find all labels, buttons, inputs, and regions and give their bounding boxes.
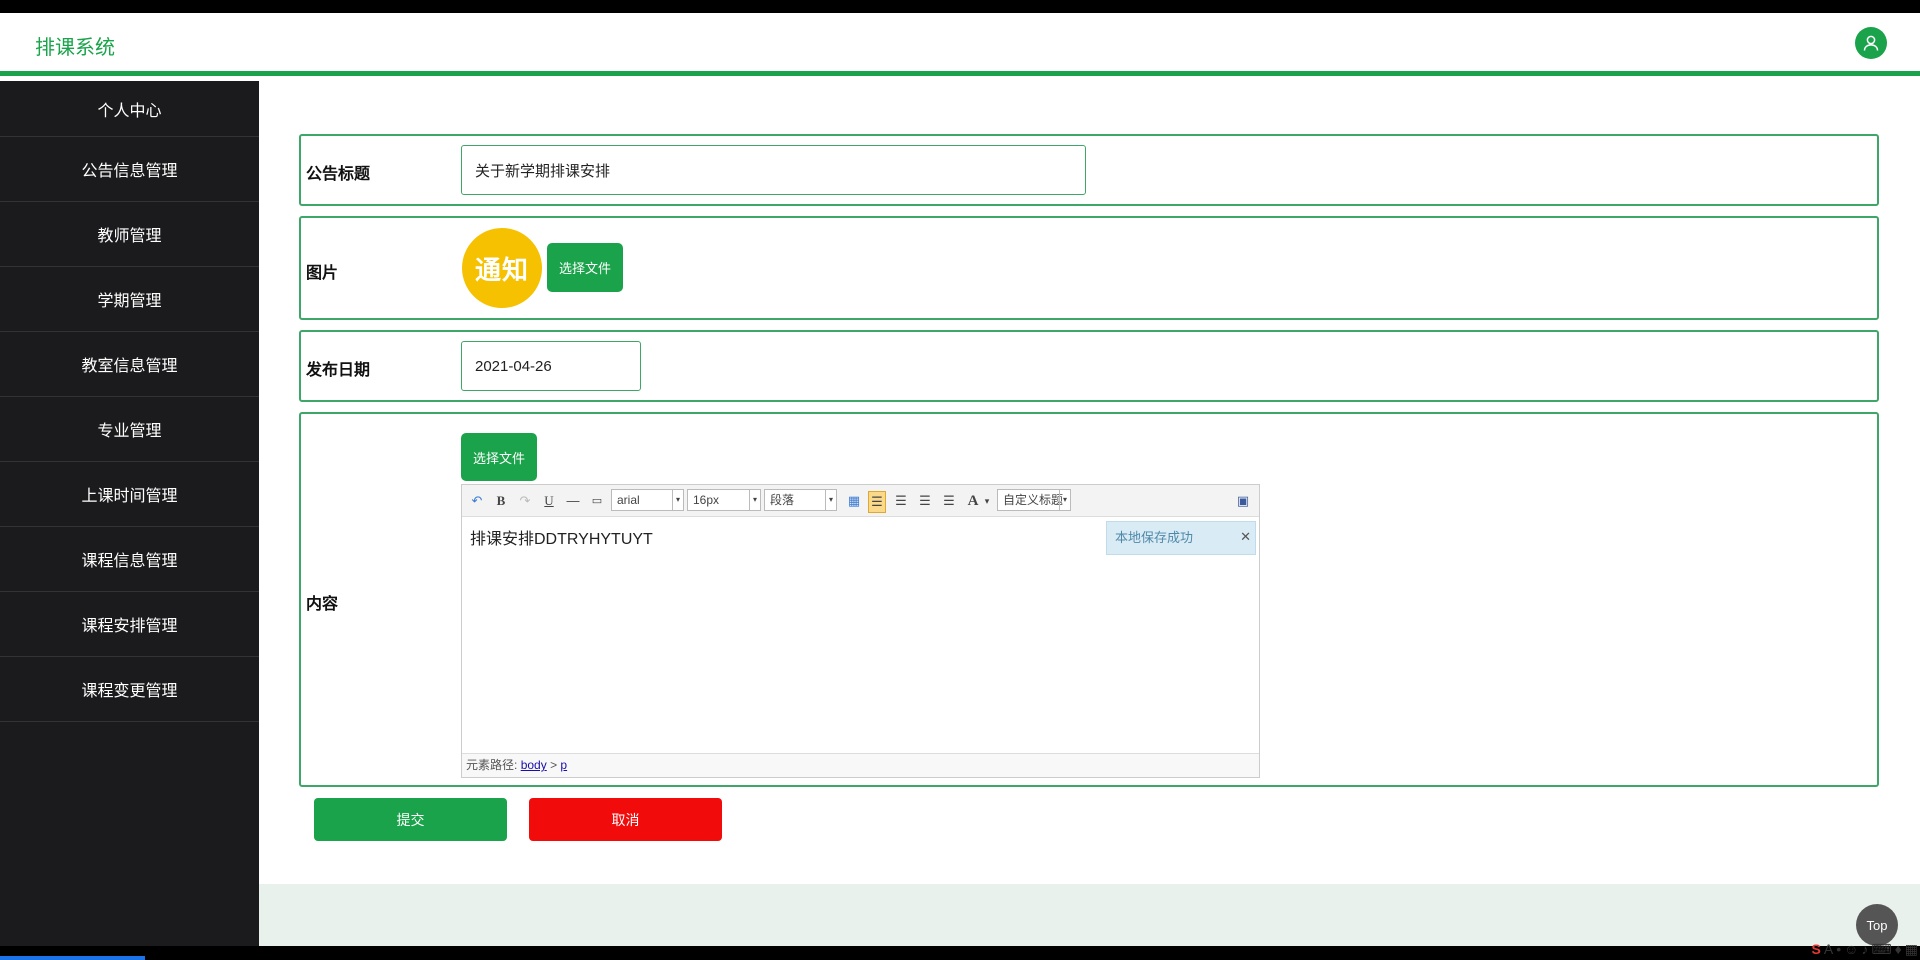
save-success-tip: 本地保存成功 ✕ xyxy=(1106,521,1256,555)
element-path-label: 元素路径: xyxy=(466,758,518,772)
date-input[interactable]: 2021-04-26 xyxy=(461,341,641,391)
content-label: 内容 xyxy=(306,596,339,613)
path-p-link[interactable]: p xyxy=(560,758,567,772)
align-center-icon[interactable]: ☰ xyxy=(916,492,934,510)
sidebar-item-majors[interactable]: 专业管理 xyxy=(0,397,259,462)
paragraph-value: 段落 xyxy=(770,493,795,507)
title-input[interactable]: 关于新学期排课安排 xyxy=(461,145,1086,195)
editor-toolbar: ↶ B ↷ U — ▭ arial ▾ 16px ▾ 段落 ▾ ▦ ☰ ☰ ☰ ☰ A… xyxy=(462,485,1259,517)
bold-icon[interactable]: B xyxy=(492,492,510,510)
close-icon[interactable]: ✕ xyxy=(1240,521,1251,553)
redo-icon[interactable]: ↷ xyxy=(516,492,534,510)
header: 排课系统 xyxy=(0,13,1920,76)
sidebar-item-classrooms[interactable]: 教室信息管理 xyxy=(0,332,259,397)
path-body-link[interactable]: body xyxy=(521,758,547,772)
chevron-down-icon[interactable]: ▾ xyxy=(978,492,996,510)
microphone-icon[interactable]: ♪ xyxy=(1861,941,1868,958)
title-label: 公告标题 xyxy=(306,166,371,183)
fullscreen-icon[interactable]: ▣ xyxy=(1234,492,1252,510)
system-tray: S A • ☺ ♪ ⌨ ♦ ▦ xyxy=(1812,941,1919,958)
paragraph-select[interactable]: 段落 ▾ xyxy=(764,489,837,511)
sidebar-item-class-times[interactable]: 上课时间管理 xyxy=(0,462,259,527)
app-window: 排课系统 个人中心 公告信息管理 教师管理 学期管理 教室信息管理 专业管理 上… xyxy=(0,13,1920,946)
custom-title-select[interactable]: 自定义标题 ▾ xyxy=(997,489,1071,511)
user-icon xyxy=(1863,35,1879,51)
date-label: 发布日期 xyxy=(306,362,371,379)
taskbar-progress-bar xyxy=(0,956,145,960)
cancel-button[interactable]: 取消 xyxy=(529,798,722,841)
font-family-value: arial xyxy=(617,493,640,507)
footer-band: Top xyxy=(259,884,1920,946)
chevron-down-icon: ▾ xyxy=(749,490,760,510)
image-choose-file-button[interactable]: 选择文件 xyxy=(547,243,623,292)
horizontal-rule-icon[interactable]: — xyxy=(564,492,582,510)
font-family-select[interactable]: arial ▾ xyxy=(611,489,684,511)
submit-button[interactable]: 提交 xyxy=(314,798,507,841)
sidebar-item-announcements[interactable]: 公告信息管理 xyxy=(0,137,259,202)
save-success-text: 本地保存成功 xyxy=(1115,530,1194,545)
content-choose-file-button[interactable]: 选择文件 xyxy=(461,433,537,481)
element-path-bar: 元素路径: body > p xyxy=(462,753,1259,777)
editor-content[interactable]: 排课安排DDTRYHYTUYT 本地保存成功 ✕ xyxy=(462,517,1259,753)
skin-icon[interactable]: ♦ xyxy=(1895,941,1902,958)
path-separator: > xyxy=(550,758,558,772)
chevron-down-icon: ▾ xyxy=(825,490,836,510)
sidebar-item-course-schedule[interactable]: 课程安排管理 xyxy=(0,592,259,657)
rich-text-editor: ↶ B ↷ U — ▭ arial ▾ 16px ▾ 段落 ▾ ▦ ☰ ☰ ☰ ☰ A… xyxy=(461,484,1260,778)
input-method-icon[interactable]: S xyxy=(1812,941,1821,958)
paste-icon[interactable]: ▭ xyxy=(588,492,606,510)
font-icon[interactable]: A xyxy=(1824,941,1833,958)
image-label: 图片 xyxy=(306,265,339,282)
image-row: 图片 通知 选择文件 xyxy=(299,216,1879,320)
custom-title-value: 自定义标题 xyxy=(1003,493,1064,507)
sidebar-item-course-changes[interactable]: 课程变更管理 xyxy=(0,657,259,722)
align-left-icon[interactable]: ☰ xyxy=(868,491,886,513)
chevron-down-icon: ▾ xyxy=(672,490,683,510)
undo-icon[interactable]: ↶ xyxy=(468,492,486,510)
back-to-top-button[interactable]: Top xyxy=(1856,904,1898,946)
underline-icon[interactable]: U xyxy=(540,492,558,510)
sidebar-item-personal-center[interactable]: 个人中心 xyxy=(0,81,259,137)
align-right-icon[interactable]: ☰ xyxy=(892,492,910,510)
font-size-value: 16px xyxy=(693,493,720,507)
editor-text: 排课安排DDTRYHYTUYT xyxy=(470,531,653,548)
sidebar: 个人中心 公告信息管理 教师管理 学期管理 教室信息管理 专业管理 上课时间管理… xyxy=(0,81,259,946)
date-row: 发布日期 2021-04-26 xyxy=(299,330,1879,402)
notice-image: 通知 xyxy=(462,228,542,308)
punctuation-icon[interactable]: • xyxy=(1836,941,1841,958)
grid-icon[interactable]: ▦ xyxy=(1905,941,1918,958)
keyboard-icon[interactable]: ⌨ xyxy=(1871,941,1891,958)
table-icon[interactable]: ▦ xyxy=(845,492,863,510)
title-row: 公告标题 关于新学期排课安排 xyxy=(299,134,1879,206)
font-size-select[interactable]: 16px ▾ xyxy=(687,489,761,511)
align-justify-icon[interactable]: ☰ xyxy=(940,492,958,510)
app-title: 排课系统 xyxy=(35,37,115,59)
main-content: 公告标题 关于新学期排课安排 图片 通知 选择文件 发布日期 2021-04-2… xyxy=(259,81,1920,946)
content-row: 内容 选择文件 ↶ B ↷ U — ▭ arial ▾ 16px ▾ 段落 ▾ ▦ ☰… xyxy=(299,412,1879,787)
chevron-down-icon: ▾ xyxy=(1059,490,1070,510)
user-avatar[interactable] xyxy=(1855,27,1887,59)
sidebar-item-teachers[interactable]: 教师管理 xyxy=(0,202,259,267)
sidebar-item-semesters[interactable]: 学期管理 xyxy=(0,267,259,332)
sidebar-item-courses[interactable]: 课程信息管理 xyxy=(0,527,259,592)
emoji-icon[interactable]: ☺ xyxy=(1844,941,1858,958)
